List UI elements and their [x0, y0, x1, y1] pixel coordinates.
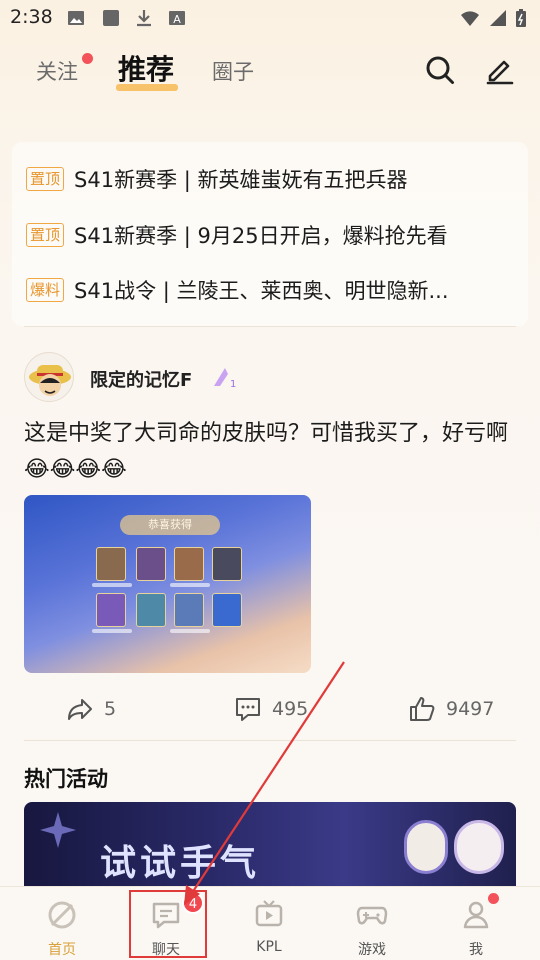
annotation-arrow: [184, 661, 345, 905]
